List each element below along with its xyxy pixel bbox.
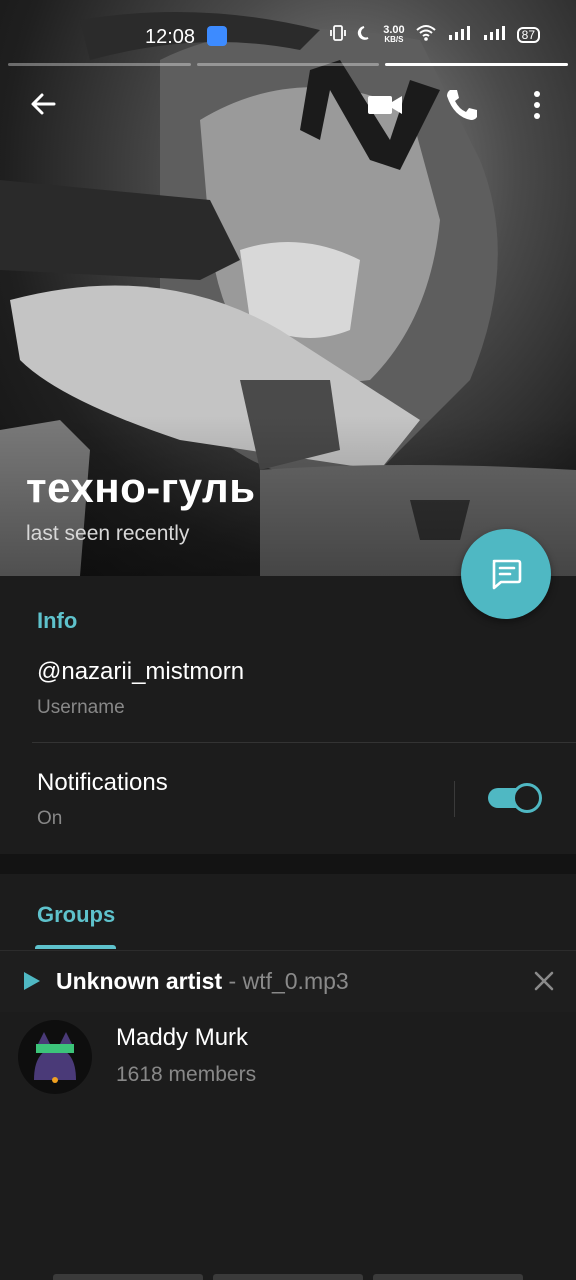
group-name: Maddy Murk	[116, 1024, 249, 1051]
notifications-toggle[interactable]	[488, 783, 542, 813]
arrow-left-icon	[31, 93, 56, 115]
notifications-title[interactable]: Notifications	[37, 769, 168, 797]
signal-icon	[447, 25, 473, 44]
wifi-icon	[415, 24, 437, 45]
nav-bar	[0, 1274, 576, 1280]
tab-groups[interactable]: Groups	[37, 902, 115, 928]
status-time: 12:08	[145, 26, 196, 48]
profile-status: last seen recently	[26, 522, 190, 545]
status-icons: 3.00 KB/S 87	[329, 24, 540, 45]
moon-icon	[357, 25, 373, 44]
avatar	[18, 1020, 92, 1094]
progress-segment	[196, 63, 380, 66]
progress-segment-active	[385, 63, 569, 66]
username-label: Username	[37, 697, 125, 718]
speed-value: 3.00	[383, 23, 405, 36]
more-vertical-icon	[534, 91, 540, 119]
progress-segment	[8, 63, 191, 66]
nav-segment	[373, 1274, 523, 1280]
phone-icon	[447, 90, 477, 120]
back-button[interactable]	[24, 84, 64, 124]
play-icon[interactable]	[20, 969, 44, 993]
message-button[interactable]	[461, 529, 551, 619]
vertical-separator	[454, 781, 455, 817]
top-bar	[0, 80, 576, 128]
notifications-value: On	[37, 808, 63, 829]
nav-segment	[53, 1274, 203, 1280]
username-value[interactable]: @nazarii_mistmorn	[37, 658, 244, 686]
message-icon	[492, 559, 522, 590]
more-button[interactable]	[522, 84, 552, 124]
group-members: 1618 members	[116, 1063, 257, 1086]
info-title: Info	[37, 608, 78, 633]
list-item[interactable]: Maddy Murk 1618 members	[0, 1012, 576, 1102]
battery-level: 87	[516, 26, 540, 43]
nav-segment	[213, 1274, 363, 1280]
section-gap	[0, 854, 576, 874]
vibrate-icon	[329, 24, 347, 45]
player-artist: Unknown artist	[56, 968, 223, 994]
video-call-button[interactable]	[365, 84, 405, 124]
signal-icon-2	[483, 25, 507, 44]
tab-indicator	[35, 945, 116, 949]
info-section: Info @nazarii_mistmorn Username Notifica…	[0, 576, 576, 854]
android-icon	[207, 26, 227, 46]
player-track: wtf_0.mp3	[242, 968, 349, 994]
photo-progress	[8, 63, 569, 66]
call-button[interactable]	[442, 84, 482, 124]
network-speed: 3.00 KB/S	[383, 23, 405, 45]
speed-unit: KB/S	[384, 34, 404, 44]
toggle-knob	[512, 783, 542, 813]
audio-player[interactable]: Unknown artist - wtf_0.mp3	[0, 950, 576, 1012]
player-separator: -	[222, 968, 243, 994]
player-text: Unknown artist - wtf_0.mp3	[56, 968, 349, 995]
close-icon[interactable]	[531, 968, 557, 994]
profile-name: техно-гуль	[26, 464, 256, 511]
status-bar: 12:08 3.00 KB/S 87	[0, 0, 576, 58]
video-camera-icon	[368, 96, 402, 114]
divider	[32, 742, 576, 743]
